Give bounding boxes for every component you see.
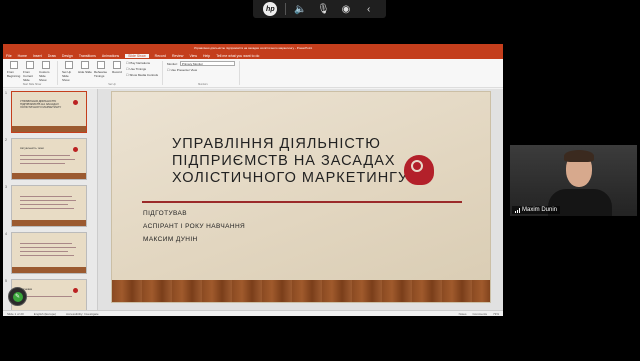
thumbnail-item[interactable]: 3 (5, 185, 87, 227)
set-up-slide-show-button[interactable]: Set Up Slide Show (62, 61, 76, 85)
tab-file[interactable]: File (6, 54, 12, 58)
play-icon (26, 61, 34, 69)
ribbon: From Beginning From Current Slide Custom… (3, 59, 503, 88)
slide-thumbnails-pane[interactable]: 1 УПРАВЛІННЯ ДІЯЛЬНІСТЮ ПІДПРИЄМСТВ НА З… (3, 89, 98, 310)
tab-review[interactable]: Review (172, 54, 183, 58)
microphone-icon[interactable]: 🎙 (315, 2, 331, 16)
custom-slide-show-button[interactable]: Custom Slide Show (39, 61, 53, 85)
participant-video: Maxim Dunin (510, 145, 637, 216)
status-bar: Slide 1 of 20 English (Europe) Accessibi… (3, 310, 503, 316)
zoom-level[interactable]: 73% (493, 312, 499, 316)
monitor-select[interactable]: Primary Monitor (179, 61, 235, 66)
tab-transitions[interactable]: Transitions (79, 54, 96, 58)
slide-editor[interactable]: УПРАВЛІННЯ ДІЯЛЬНІСТЮ ПІДПРИЄМСТВ НА ЗАС… (98, 89, 503, 310)
notes-button[interactable]: Notes (459, 312, 467, 316)
slide-thumbnail[interactable] (11, 185, 87, 227)
chevron-left-icon[interactable]: ‹ (361, 2, 377, 16)
group-label: Start Slide Show (22, 83, 42, 86)
slides-icon (42, 61, 50, 69)
head-icon (73, 100, 78, 105)
setup-icon (65, 61, 73, 69)
group-label: Monitors (198, 83, 208, 86)
divider (284, 3, 286, 15)
play-narrations-checkbox[interactable]: Play Narrations (126, 61, 158, 65)
powerpoint-titlebar: Управління діяльністю підприємств на зас… (3, 44, 503, 52)
tab-animations[interactable]: Animations (102, 54, 119, 58)
tab-insert[interactable]: Insert (33, 54, 42, 58)
tab-home[interactable]: Home (18, 54, 27, 58)
thumbnail-title: УПРАВЛІННЯ ДІЯЛЬНІСТЮ ПІДПРИЄМСТВ НА ЗАС… (20, 99, 62, 110)
window-title: Управління діяльністю підприємств на зас… (193, 46, 313, 50)
slide-thumbnail[interactable]: Актуальність теми (11, 138, 87, 180)
person-hair (564, 150, 594, 162)
monitor-label: Monitor: (167, 61, 178, 66)
group-start-slide-show: From Beginning From Current Slide Custom… (7, 61, 58, 86)
wood-floor-decoration (112, 280, 490, 302)
tab-view[interactable]: View (189, 54, 197, 58)
participant-name: Maxim Dunin (522, 207, 558, 213)
record-icon (113, 61, 121, 69)
bulb-icon (73, 147, 78, 152)
pen-tool-button[interactable]: ✎ (8, 287, 27, 306)
author-role: АСПІРАНТ І РОКУ НАВЧАННЯ (143, 223, 246, 230)
from-beginning-button[interactable]: From Beginning (7, 61, 21, 85)
group-monitors: Monitor: Primary Monitor Use Presenter V… (167, 61, 240, 86)
hide-icon (81, 61, 89, 69)
comments-button[interactable]: Comments (472, 312, 487, 316)
tab-record[interactable]: Record (155, 54, 166, 58)
group-label: Set Up (108, 83, 116, 86)
thumbnail-title: Актуальність теми (20, 146, 44, 150)
ribbon-tabs: File Home Insert Draw Design Transitions… (3, 52, 503, 59)
slide-thumbnail[interactable]: УПРАВЛІННЯ ДІЯЛЬНІСТЮ ПІДПРИЄМСТВ НА ЗАС… (11, 91, 87, 133)
thumbnail-item[interactable]: 4 (5, 232, 87, 274)
accessibility-status[interactable]: Accessibility: Investigate (66, 312, 99, 316)
search-box[interactable]: Tell me what you want to do (216, 54, 259, 58)
current-slide[interactable]: УПРАВЛІННЯ ДІЯЛЬНІСТЮ ПІДПРИЄМСТВ НА ЗАС… (111, 91, 491, 303)
slide-counter: Slide 1 of 20 (7, 311, 24, 316)
prepared-label: ПІДГОТУВАВ (143, 210, 187, 217)
speaker-icon[interactable]: 🔈 (293, 2, 309, 16)
use-timings-checkbox[interactable]: Use Timings (126, 67, 158, 71)
participant-name-tag: Maxim Dunin (512, 206, 561, 214)
shared-screen: Управління діяльністю підприємств на зас… (3, 44, 503, 316)
tab-draw[interactable]: Draw (48, 54, 56, 58)
from-current-slide-button[interactable]: From Current Slide (23, 61, 37, 85)
pen-icon: ✎ (12, 291, 23, 302)
hp-logo: hp (262, 2, 278, 16)
document-icon (73, 288, 78, 293)
broadcast-icon[interactable]: ◉ (338, 2, 354, 16)
slide-title[interactable]: УПРАВЛІННЯ ДІЯЛЬНІСТЮ ПІДПРИЄМСТВ НА ЗАС… (172, 136, 408, 187)
accent-line (142, 201, 462, 203)
group-set-up: Set Up Slide Show Hide Slide Rehearse Ti… (62, 61, 164, 86)
timer-icon (97, 61, 105, 69)
head-brain-icon (404, 155, 434, 185)
presenter-view-checkbox[interactable]: Use Presenter View (167, 68, 235, 72)
thumbnail-item[interactable]: 2 Актуальність теми (5, 138, 87, 180)
meeting-toolbar: hp 🔈 🎙 ◉ ‹ (253, 0, 386, 18)
language-indicator[interactable]: English (Europe) (34, 312, 56, 316)
hide-slide-button[interactable]: Hide Slide (78, 61, 92, 85)
audio-level-icon (515, 207, 520, 213)
slide-thumbnail[interactable] (11, 232, 87, 274)
tab-help[interactable]: Help (203, 54, 210, 58)
tab-design[interactable]: Design (62, 54, 73, 58)
tab-slide-show[interactable]: Slide Show (125, 53, 149, 58)
play-icon (10, 61, 18, 69)
author-name: МАКСИМ ДУНІН (143, 236, 198, 243)
thumbnail-item[interactable]: 1 УПРАВЛІННЯ ДІЯЛЬНІСТЮ ПІДПРИЄМСТВ НА З… (5, 91, 87, 133)
show-media-controls-checkbox[interactable]: Show Media Controls (126, 73, 159, 77)
thumbnail-title: Висновки (20, 287, 33, 291)
record-button[interactable]: Record (110, 61, 124, 85)
set-up-options: Play Narrations Use Timings Show Media C… (126, 61, 159, 85)
rehearse-timings-button[interactable]: Rehearse Timings (94, 61, 108, 85)
